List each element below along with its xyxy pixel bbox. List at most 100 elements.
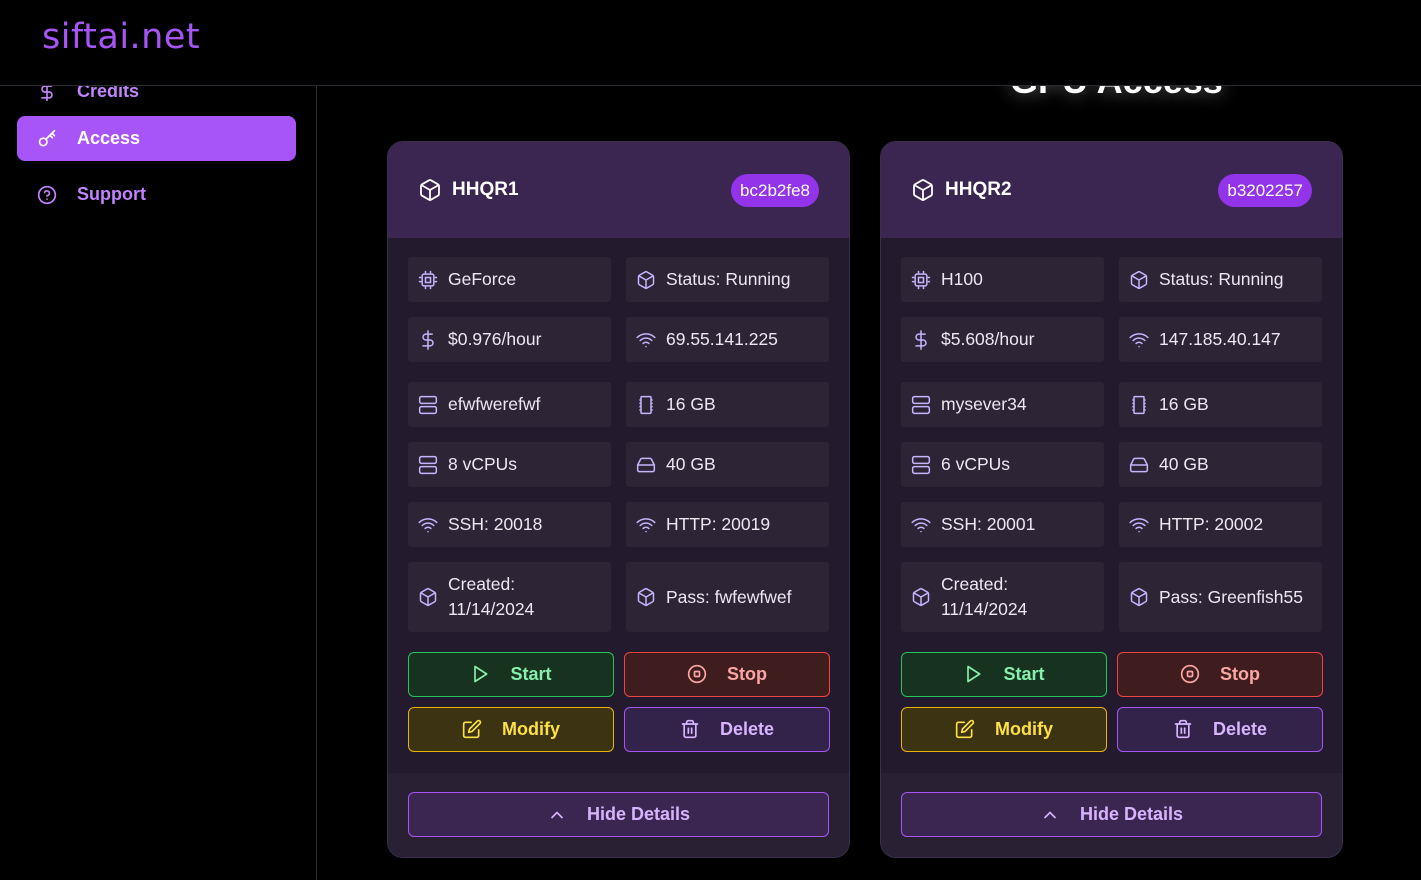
info-value: 40 GB (1159, 454, 1209, 474)
info-gpu: GeForce (408, 257, 611, 302)
info-value: 6 vCPUs (941, 454, 1011, 474)
info-status: Status: Running (626, 257, 829, 302)
dollar-icon (418, 329, 438, 350)
info-value: mysever34 (941, 394, 1027, 414)
modify-button[interactable]: Modify (901, 707, 1107, 752)
box-icon (418, 587, 438, 607)
info-memory: 16 GB (626, 382, 829, 427)
hard-drive-icon (1129, 455, 1149, 475)
info-value: $5.608/hour (941, 329, 1035, 349)
gpu-card: HHQR1 bc2b2fe8 GeForce Status: Running $… (387, 141, 850, 858)
edit-icon (955, 719, 977, 741)
hide-details-button[interactable]: Hide Details (408, 792, 829, 837)
wifi-icon (636, 515, 656, 535)
wifi-icon (1129, 330, 1149, 350)
instance-id-badge: bc2b2fe8 (731, 174, 819, 207)
info-value: 8 vCPUs (448, 454, 518, 474)
info-storage: 40 GB (626, 442, 829, 487)
info-value: Created: 11/14/2024 (448, 574, 535, 619)
info-value: HTTP: 20002 (1159, 514, 1264, 534)
key-icon (37, 129, 57, 149)
memory-icon (636, 395, 656, 415)
info-value: $0.976/hour (448, 329, 542, 349)
wifi-icon (911, 515, 931, 535)
box-icon (418, 178, 442, 202)
trash-icon (1173, 719, 1195, 741)
info-ip: 147.185.40.147 (1119, 317, 1322, 362)
info-ip: 69.55.141.225 (626, 317, 829, 362)
delete-button[interactable]: Delete (1117, 707, 1323, 752)
stop-button[interactable]: Stop (624, 652, 830, 697)
info-vcpus: 8 vCPUs (408, 442, 611, 487)
info-value: SSH: 20018 (448, 514, 543, 534)
top-bar: siftai.net (0, 0, 1421, 86)
info-price: $0.976/hour (408, 317, 611, 362)
info-value: 69.55.141.225 (666, 329, 778, 349)
server-icon (418, 395, 438, 415)
info-value: HTTP: 20019 (666, 514, 771, 534)
card-title: HHQR2 (945, 179, 1012, 200)
info-http: HTTP: 20019 (626, 502, 829, 547)
stop-button[interactable]: Stop (1117, 652, 1323, 697)
server-icon (911, 395, 931, 415)
sidebar: Credits Access Support (0, 81, 317, 880)
help-circle-icon (37, 185, 57, 205)
cpu-icon (911, 270, 931, 290)
wifi-icon (1129, 515, 1149, 535)
play-icon (470, 664, 492, 686)
play-icon (963, 664, 985, 686)
stop-circle-icon (687, 664, 709, 686)
box-icon (911, 587, 931, 607)
gpu-card: HHQR2 b3202257 H100 Status: Running $5.6… (880, 141, 1343, 858)
cpu-icon (418, 270, 438, 290)
brand-logo[interactable]: siftai.net (42, 17, 200, 57)
server-icon (418, 455, 438, 475)
info-gpu: H100 (901, 257, 1104, 302)
hide-details-button[interactable]: Hide Details (901, 792, 1322, 837)
trash-icon (680, 719, 702, 741)
wifi-icon (636, 330, 656, 350)
info-value: H100 (941, 269, 983, 289)
info-value: Pass: fwfewfwef (666, 586, 792, 607)
card-header: HHQR2 b3202257 (881, 142, 1342, 238)
instance-id-badge: b3202257 (1218, 174, 1312, 207)
info-memory: 16 GB (1119, 382, 1322, 427)
edit-icon (462, 719, 484, 741)
sidebar-item-label: Access (77, 128, 141, 148)
info-value: Created: 11/14/2024 (941, 574, 1028, 619)
wifi-icon (418, 515, 438, 535)
server-icon (911, 455, 931, 475)
info-status: Status: Running (1119, 257, 1322, 302)
info-created: Created: 11/14/2024 (901, 562, 1104, 632)
chevron-up-icon (1040, 805, 1060, 825)
info-value: Status: Running (666, 269, 791, 289)
info-ssh: SSH: 20001 (901, 502, 1104, 547)
start-button[interactable]: Start (408, 652, 614, 697)
start-button[interactable]: Start (901, 652, 1107, 697)
sidebar-item-label: Support (77, 184, 146, 204)
box-icon (1129, 587, 1149, 607)
info-value: Status: Running (1159, 269, 1284, 289)
info-created: Created: 11/14/2024 (408, 562, 611, 632)
info-value: 16 GB (1159, 394, 1209, 414)
info-vcpus: 6 vCPUs (901, 442, 1104, 487)
sidebar-item-support[interactable]: Support (17, 172, 296, 217)
sidebar-item-access[interactable]: Access (17, 116, 296, 161)
info-value: 16 GB (666, 394, 716, 414)
info-server: mysever34 (901, 382, 1104, 427)
info-pass: Pass: Greenfish55 (1119, 562, 1322, 632)
info-ssh: SSH: 20018 (408, 502, 611, 547)
memory-icon (1129, 395, 1149, 415)
info-storage: 40 GB (1119, 442, 1322, 487)
info-server: efwfwerefwf (408, 382, 611, 427)
card-title: HHQR1 (452, 179, 519, 200)
modify-button[interactable]: Modify (408, 707, 614, 752)
box-icon (636, 587, 656, 607)
info-price: $5.608/hour (901, 317, 1104, 362)
info-value: SSH: 20001 (941, 514, 1036, 534)
info-value: 40 GB (666, 454, 716, 474)
info-value: GeForce (448, 269, 517, 289)
card-footer: Hide Details (388, 773, 849, 857)
delete-button[interactable]: Delete (624, 707, 830, 752)
chevron-up-icon (547, 805, 567, 825)
